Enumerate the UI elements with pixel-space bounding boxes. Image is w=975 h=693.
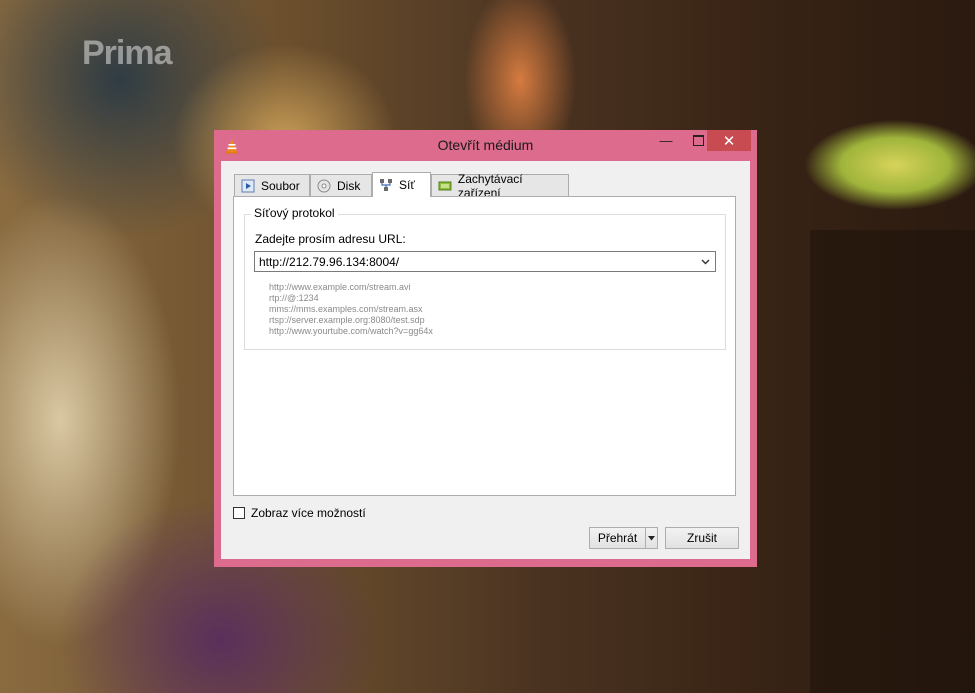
close-icon: ✕ — [722, 132, 736, 150]
url-input[interactable] — [255, 252, 695, 271]
channel-watermark: Prima — [82, 34, 172, 72]
url-example: http://www.yourtube.com/watch?v=gg64x — [269, 326, 433, 336]
disc-icon — [317, 179, 331, 192]
open-media-dialog: Otevřít médium — ✕ Soubor Disk Síť Zachy… — [214, 130, 757, 567]
tab-sit[interactable]: Síť — [372, 172, 431, 197]
url-example: rtsp://server.example.org:8080/test.sdp — [269, 315, 425, 325]
play-button[interactable]: Přehrát — [589, 527, 646, 549]
more-options-label: Zobraz více možností — [251, 506, 366, 520]
capture-device-icon — [438, 181, 452, 190]
url-label: Zadejte prosím adresu URL: — [255, 232, 406, 246]
title-bar[interactable]: Otevřít médium — ✕ — [214, 130, 757, 161]
file-play-icon — [241, 179, 255, 192]
more-options-checkbox[interactable] — [233, 507, 245, 519]
dialog-client-area: Soubor Disk Síť Zachytávací zařízení Síť… — [221, 161, 750, 559]
url-combobox[interactable] — [254, 251, 716, 272]
more-options-toggle[interactable]: Zobraz více možností — [233, 505, 366, 521]
tab-label: Síť — [399, 178, 415, 192]
network-icon — [380, 179, 392, 191]
url-examples: http://www.example.com/stream.avi rtp://… — [269, 282, 433, 337]
network-protocol-group: Síťový protokol Zadejte prosím adresu UR… — [244, 206, 726, 350]
play-options-dropdown[interactable] — [645, 527, 658, 549]
url-dropdown-button[interactable] — [698, 254, 712, 269]
chevron-down-icon — [701, 259, 709, 264]
cancel-button[interactable]: Zrušit — [665, 527, 739, 549]
dropdown-arrow-icon — [648, 535, 655, 540]
tab-label: Soubor — [261, 178, 300, 193]
background-door-panel — [810, 230, 975, 693]
url-example: rtp://@:1234 — [269, 293, 319, 303]
tab-label: Disk — [337, 178, 361, 193]
url-example: mms://mms.examples.com/stream.asx — [269, 304, 423, 314]
minimize-icon: — — [659, 133, 673, 148]
url-example: http://www.example.com/stream.avi — [269, 282, 411, 292]
tab-capture-device[interactable]: Zachytávací zařízení — [431, 172, 569, 200]
tab-disk[interactable]: Disk — [310, 174, 372, 196]
minimize-button[interactable]: — — [650, 130, 682, 151]
close-button[interactable]: ✕ — [707, 130, 751, 151]
group-title: Síťový protokol — [251, 206, 338, 220]
network-tab-panel: Síťový protokol Zadejte prosím adresu UR… — [233, 196, 736, 496]
maximize-icon — [692, 135, 704, 146]
tab-soubor[interactable]: Soubor — [234, 174, 310, 196]
